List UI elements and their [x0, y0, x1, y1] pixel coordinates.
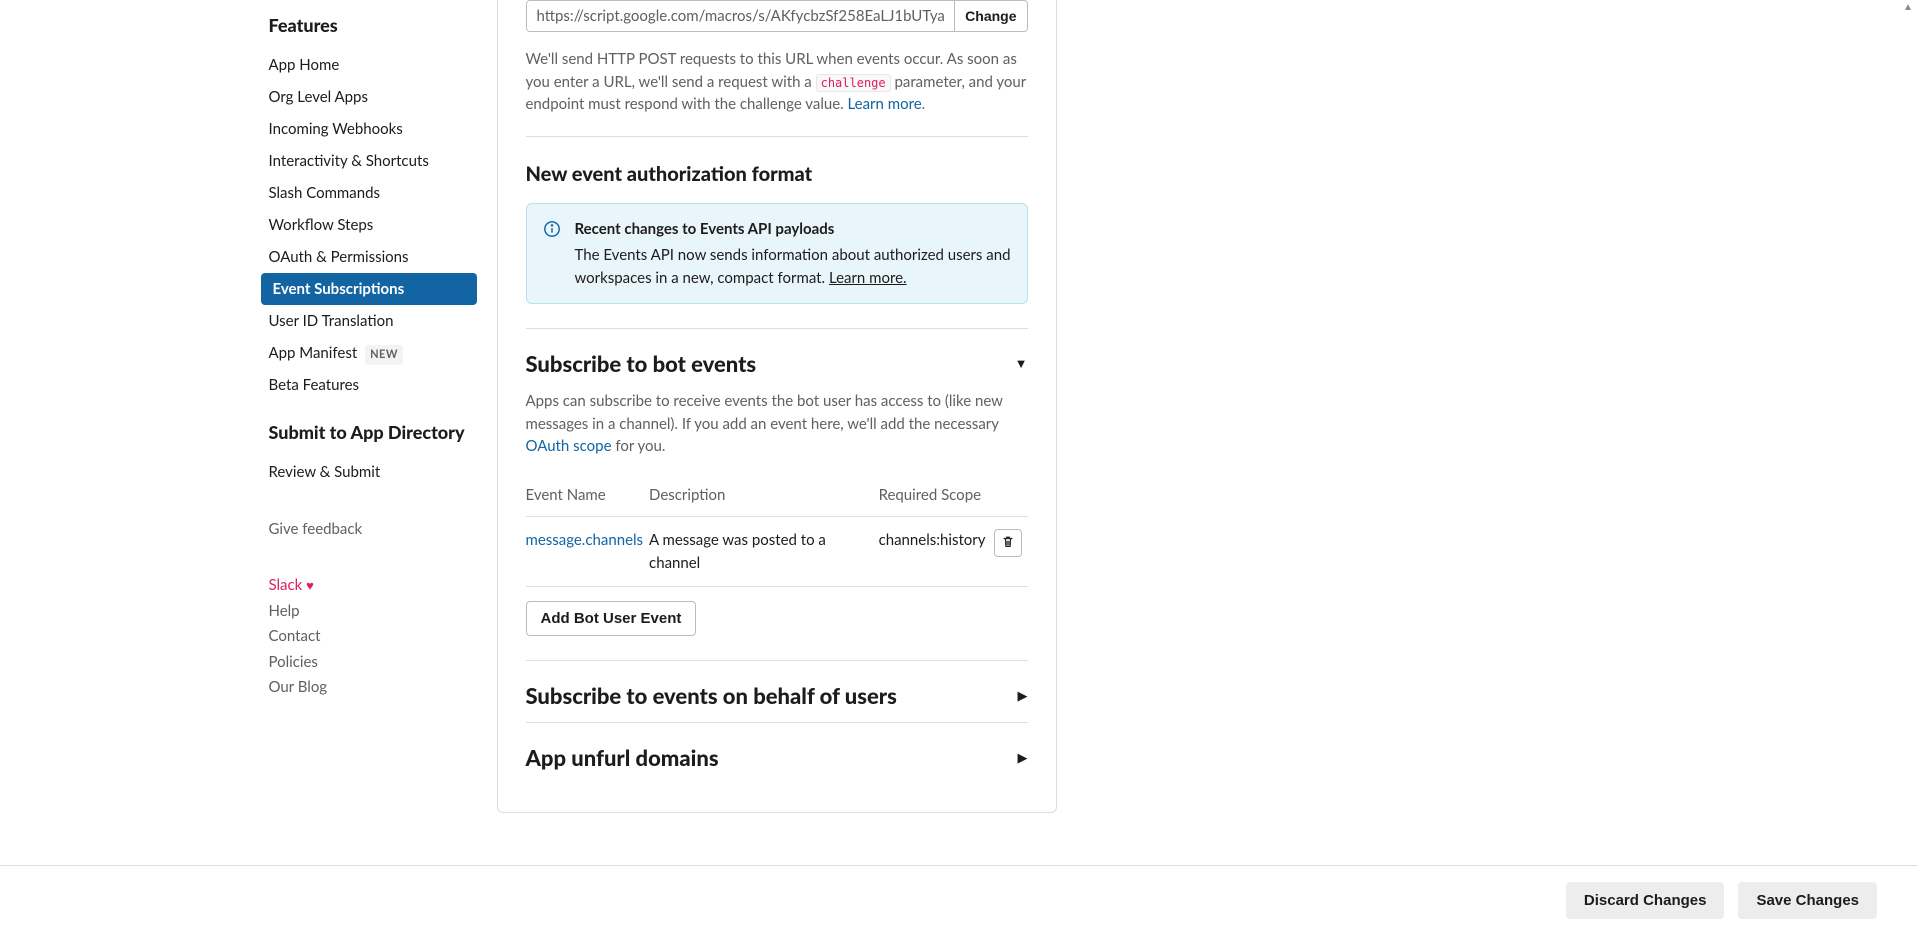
table-row: message.channels A message was posted to… — [526, 517, 1028, 587]
bottom-action-bar: Discard Changes Save Changes — [0, 865, 1917, 935]
discard-changes-button[interactable]: Discard Changes — [1566, 882, 1725, 919]
col-description: Description — [649, 476, 879, 517]
oauth-scope-link[interactable]: OAuth scope — [526, 437, 612, 455]
give-feedback-link[interactable]: Give feedback — [269, 516, 469, 543]
caret-down-icon: ▼ — [1015, 354, 1028, 374]
bot-events-heading: Subscribe to bot events — [526, 347, 757, 380]
user-events-heading: Subscribe to events on behalf of users — [526, 679, 897, 712]
new-badge: NEW — [365, 345, 403, 365]
scroll-up-indicator[interactable]: ▲ — [1901, 0, 1915, 18]
request-url-row: Change — [526, 0, 1028, 32]
sidebar-item-user-id-translation[interactable]: User ID Translation — [261, 305, 477, 337]
sidebar-section-submit: Submit to App Directory — [269, 419, 469, 446]
banner-title: Recent changes to Events API payloads — [575, 218, 1011, 241]
info-banner: Recent changes to Events API payloads Th… — [526, 203, 1028, 305]
unfurl-domains-toggle[interactable]: App unfurl domains ▶ — [526, 741, 1028, 774]
sidebar-item-incoming-webhooks[interactable]: Incoming Webhooks — [261, 113, 477, 145]
col-required-scope: Required Scope — [879, 476, 992, 517]
contact-link[interactable]: Contact — [269, 624, 469, 650]
policies-link[interactable]: Policies — [269, 650, 469, 676]
event-name-link[interactable]: message.channels — [526, 531, 644, 549]
caret-right-icon: ▶ — [1018, 748, 1028, 768]
sidebar-item-workflow-steps[interactable]: Workflow Steps — [261, 209, 477, 241]
sidebar-item-beta-features[interactable]: Beta Features — [261, 369, 477, 401]
sidebar-item-event-subscriptions[interactable]: Event Subscriptions — [261, 273, 477, 305]
info-icon — [543, 220, 561, 238]
caret-right-icon: ▶ — [1018, 686, 1028, 706]
save-changes-button[interactable]: Save Changes — [1738, 882, 1877, 919]
main-panel: Change We'll send HTTP POST requests to … — [497, 0, 1057, 813]
trash-icon — [1001, 535, 1015, 552]
banner-learn-more-link[interactable]: Learn more. — [829, 269, 907, 287]
blog-link[interactable]: Our Blog — [269, 675, 469, 701]
request-url-description: We'll send HTTP POST requests to this UR… — [526, 48, 1028, 116]
delete-event-button[interactable] — [994, 529, 1022, 557]
bot-events-table: Event Name Description Required Scope me… — [526, 476, 1028, 588]
auth-format-heading: New event authorization format — [526, 159, 1028, 189]
learn-more-link[interactable]: Learn more — [848, 95, 922, 113]
sidebar-item-interactivity-shortcuts[interactable]: Interactivity & Shortcuts — [261, 145, 477, 177]
bot-events-description: Apps can subscribe to receive events the… — [526, 390, 1028, 458]
change-url-button[interactable]: Change — [954, 1, 1026, 31]
help-link[interactable]: Help — [269, 599, 469, 625]
slack-link[interactable]: Slack ♥ — [269, 573, 469, 599]
event-description: A message was posted to a channel — [649, 517, 879, 587]
add-bot-user-event-button[interactable]: Add Bot User Event — [526, 601, 697, 636]
col-event-name: Event Name — [526, 476, 650, 517]
user-events-toggle[interactable]: Subscribe to events on behalf of users ▶ — [526, 679, 1028, 712]
sidebar-item-app-home[interactable]: App Home — [261, 49, 477, 81]
sidebar: Features App Home Org Level Apps Incomin… — [269, 0, 469, 813]
heart-icon: ♥ — [306, 577, 314, 593]
challenge-code: challenge — [816, 74, 891, 92]
event-scope: channels:history — [879, 517, 992, 587]
sidebar-item-slash-commands[interactable]: Slash Commands — [261, 177, 477, 209]
sidebar-item-app-manifest[interactable]: App Manifest NEW — [261, 337, 477, 369]
sidebar-item-oauth-permissions[interactable]: OAuth & Permissions — [261, 241, 477, 273]
sidebar-item-review-submit[interactable]: Review & Submit — [261, 456, 477, 488]
sidebar-section-features: Features — [269, 12, 469, 39]
bot-events-toggle[interactable]: Subscribe to bot events ▼ — [526, 347, 1028, 380]
unfurl-domains-heading: App unfurl domains — [526, 741, 719, 774]
request-url-input[interactable] — [527, 1, 955, 31]
banner-body: The Events API now sends information abo… — [575, 244, 1011, 289]
sidebar-item-org-level-apps[interactable]: Org Level Apps — [261, 81, 477, 113]
